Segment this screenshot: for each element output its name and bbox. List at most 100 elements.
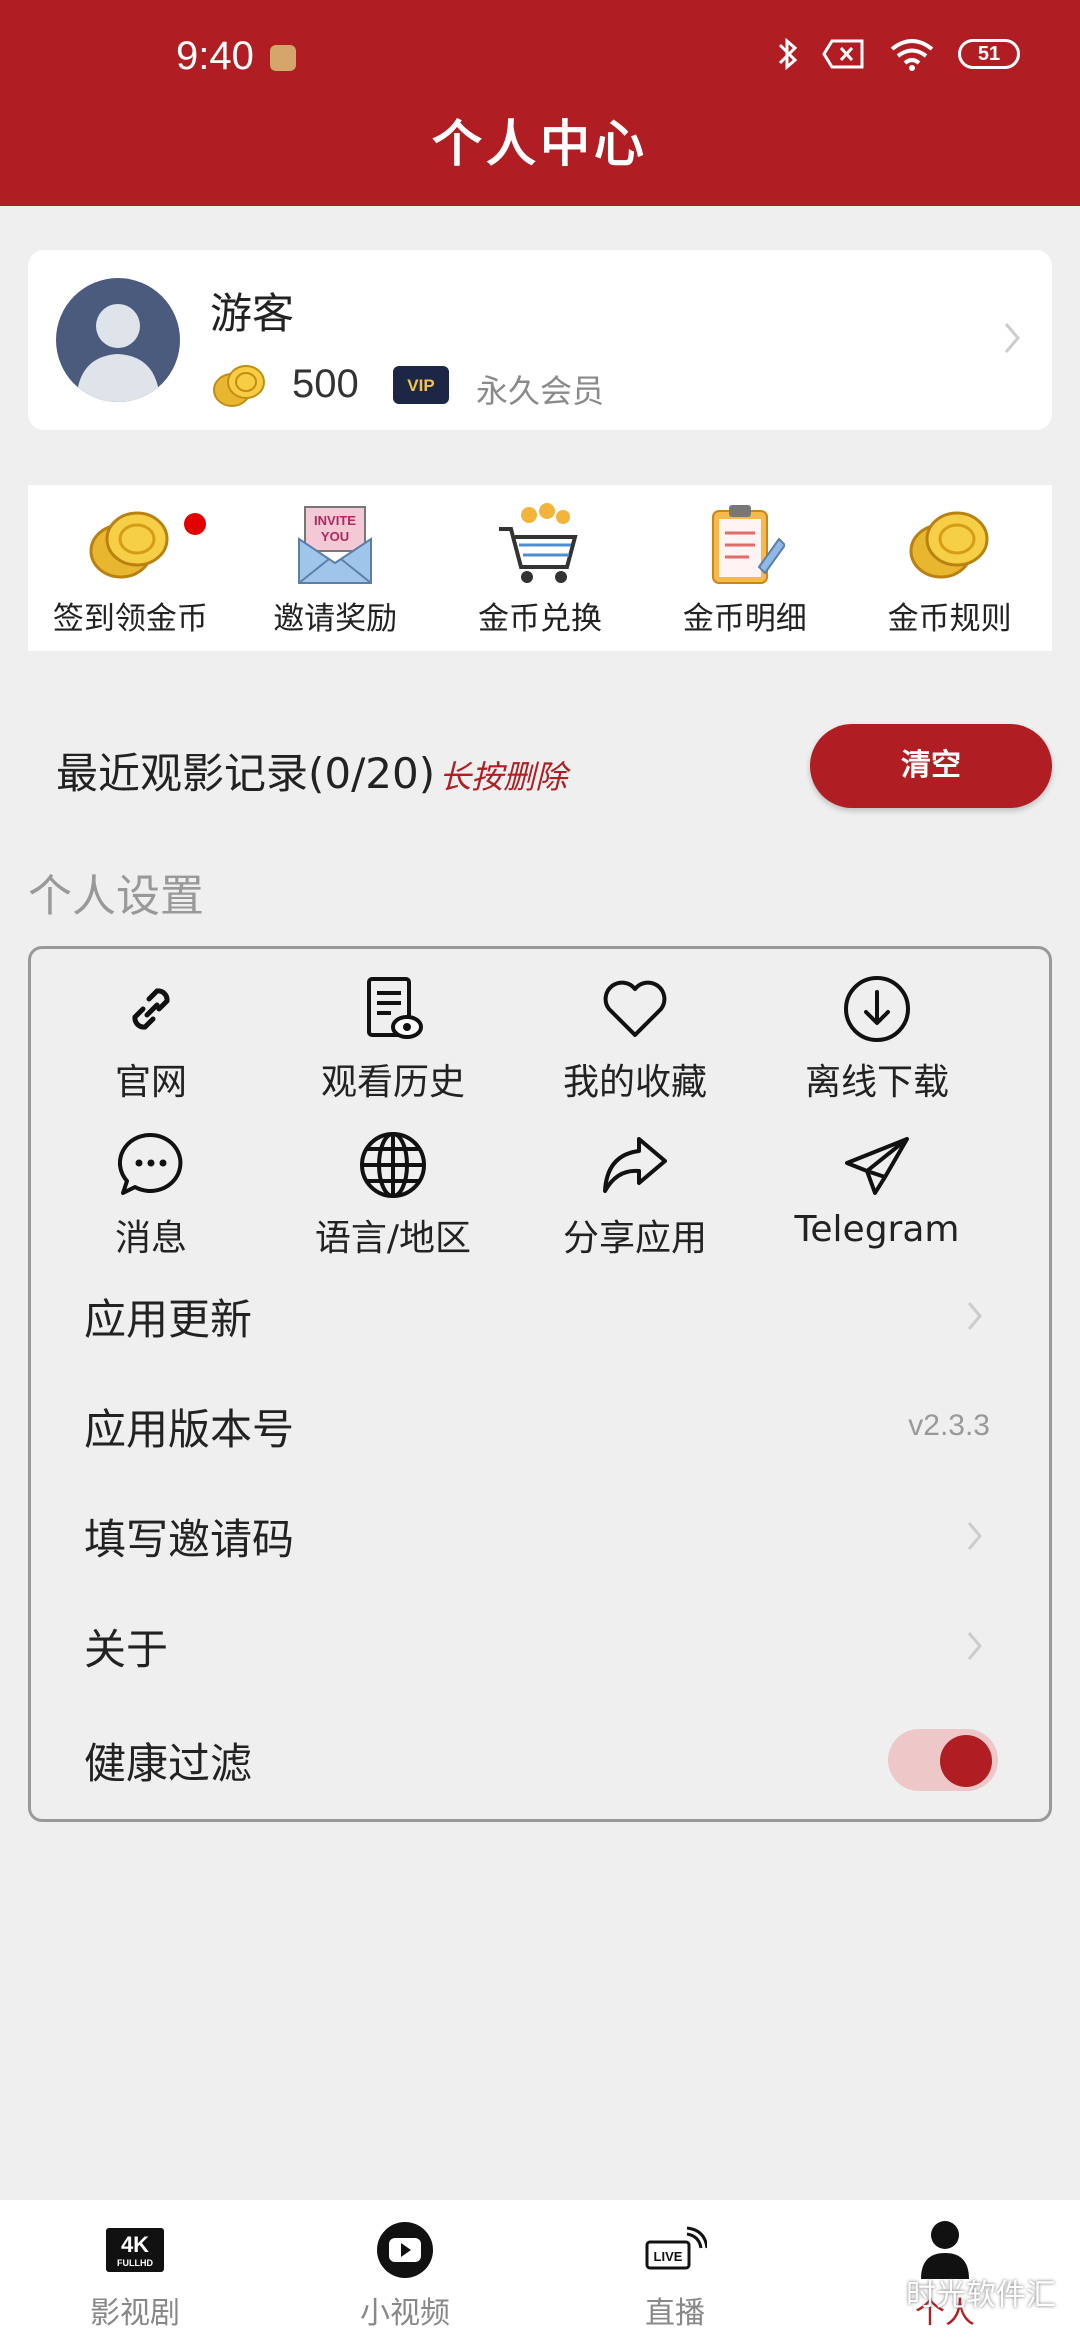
notification-app-icon (270, 45, 296, 71)
wechat-icon (862, 2277, 898, 2306)
coin-icon (213, 365, 265, 407)
watch-history-label: 观看历史 (320, 1062, 465, 1103)
long-press-delete-hint: 长按删除 (439, 758, 568, 796)
bluetooth-icon (778, 37, 798, 71)
nav-live-label: 直播 (645, 2296, 705, 2331)
sim-error-icon (822, 39, 864, 69)
gold-coins-icon (909, 511, 989, 579)
official-site-label: 官网 (114, 1062, 187, 1103)
checkin-coins-label: 签到领金币 (52, 601, 208, 637)
gold-coins-icon (89, 511, 169, 579)
checkin-coins-button[interactable]: 签到领金币 (28, 485, 233, 651)
app-update-label: 应用更新 (84, 1294, 253, 1344)
history-document-icon (367, 977, 423, 1039)
header: 9:40 51 个人中心 (0, 0, 1080, 206)
watch-history-button[interactable]: 观看历史 (273, 969, 513, 1105)
app-version-label: 应用版本号 (84, 1404, 295, 1454)
svg-text:INVITE: INVITE (314, 513, 356, 528)
personal-settings-title: 个人设置 (28, 871, 204, 922)
offline-download-button[interactable]: 离线下载 (757, 969, 997, 1105)
page-title: 个人中心 (432, 115, 648, 173)
settings-panel: 官网 观看历史 我的收藏 离线下载 消息 语言/地区 分享应用 Telegram (28, 946, 1052, 1822)
default-avatar-icon (76, 304, 160, 402)
telegram-label: Telegram (794, 1209, 960, 1250)
app-version-value: v2.3.3 (908, 1409, 990, 1442)
status-icons: 51 (776, 36, 1020, 72)
download-icon (844, 976, 910, 1042)
wifi-icon (890, 39, 934, 71)
coin-count: 500 (292, 362, 359, 406)
avatar[interactable] (56, 278, 180, 402)
toggle-knob (940, 1735, 992, 1787)
nav-movies-tv[interactable]: 4K FULLHD 影视剧 (0, 2200, 270, 2340)
4k-icon-text: 4K (121, 2232, 149, 2257)
vip-badge: VIP (393, 366, 449, 404)
heart-icon (603, 980, 667, 1037)
fullhd-icon-text: FULLHD (117, 2258, 153, 2268)
language-region-button[interactable]: 语言/地区 (273, 1125, 513, 1261)
favorites-label: 我的收藏 (562, 1062, 707, 1103)
profile-card[interactable]: 游客 500 VIP 永久会员 (28, 250, 1052, 430)
invite-reward-label: 邀请奖励 (273, 601, 398, 637)
nav-short-video[interactable]: 小视频 (270, 2200, 540, 2340)
coin-details-label: 金币明细 (682, 601, 807, 637)
favorites-button[interactable]: 我的收藏 (515, 969, 755, 1105)
coin-rules-button[interactable]: 金币规则 (847, 485, 1052, 651)
app-version-row: 应用版本号 v2.3.3 (84, 1386, 1024, 1466)
globe-icon (360, 1132, 426, 1198)
telegram-button[interactable]: Telegram (757, 1125, 997, 1250)
clipboard-icon (711, 505, 785, 584)
coin-exchange-button[interactable]: 金币兑换 (438, 485, 643, 651)
battery-indicator: 51 (958, 39, 1020, 69)
nav-movies-tv-label: 影视剧 (90, 2296, 180, 2331)
health-filter-row: 健康过滤 (84, 1720, 1024, 1800)
language-region-label: 语言/地区 (314, 1218, 472, 1259)
bottom-nav: 4K FULLHD 影视剧 小视频 LIVE 直播 个人 时光软件汇 (0, 2200, 1080, 2340)
app-update-row[interactable]: 应用更新 (84, 1276, 1024, 1356)
nav-live[interactable]: LIVE 直播 (540, 2200, 810, 2340)
coin-rules-label: 金币规则 (887, 601, 1012, 637)
play-icon (377, 2222, 433, 2278)
messages-label: 消息 (114, 1218, 187, 1259)
shopping-cart-icon (498, 503, 578, 583)
live-icon-text: LIVE (654, 2249, 683, 2264)
recent-history-label: 最近观影记录(0/20) (56, 749, 436, 798)
membership-status: 永久会员 (476, 372, 605, 410)
live-icon: LIVE (645, 2226, 707, 2270)
4k-icon: 4K FULLHD (106, 2228, 164, 2272)
invite-reward-button[interactable]: INVITE YOU 邀请奖励 (233, 485, 438, 651)
status-time: 9:40 (176, 34, 254, 78)
coin-actions-row: 签到领金币 INVITE YOU 邀请奖励 金币兑换 金币明细 金币规则 (28, 485, 1052, 651)
health-filter-label: 健康过滤 (84, 1738, 253, 1788)
invite-envelope-icon: INVITE YOU (298, 506, 373, 584)
invite-code-row[interactable]: 填写邀请码 (84, 1496, 1024, 1576)
coin-exchange-label: 金币兑换 (477, 601, 602, 637)
invite-code-label: 填写邀请码 (84, 1514, 295, 1564)
username: 游客 (210, 289, 295, 338)
chevron-right-icon (1004, 323, 1020, 353)
nav-short-video-label: 小视频 (360, 2296, 450, 2331)
notification-dot (184, 513, 206, 535)
chevron-right-icon (967, 1632, 982, 1660)
about-label: 关于 (84, 1624, 169, 1674)
health-filter-toggle[interactable] (888, 1729, 998, 1791)
share-app-label: 分享应用 (562, 1218, 707, 1259)
share-icon (603, 1137, 667, 1193)
offline-download-label: 离线下载 (804, 1062, 949, 1103)
coin-details-button[interactable]: 金币明细 (642, 485, 847, 651)
message-icon (117, 1132, 183, 1195)
telegram-icon (845, 1137, 909, 1195)
svg-text:YOU: YOU (321, 529, 349, 544)
battery-level: 51 (977, 42, 1001, 65)
share-app-button[interactable]: 分享应用 (515, 1125, 755, 1261)
chevron-right-icon (967, 1522, 982, 1550)
messages-button[interactable]: 消息 (31, 1125, 271, 1261)
link-icon (132, 988, 170, 1030)
clear-history-button[interactable]: 清空 (810, 724, 1052, 808)
about-row[interactable]: 关于 (84, 1606, 1024, 1686)
chevron-right-icon (967, 1302, 982, 1330)
official-site-button[interactable]: 官网 (31, 969, 271, 1105)
watermark-text: 时光软件汇 (906, 2278, 1056, 2313)
watermark: 时光软件汇 (862, 2270, 1056, 2314)
recent-history-title: 最近观影记录(0/20) 长按删除 (56, 740, 567, 801)
